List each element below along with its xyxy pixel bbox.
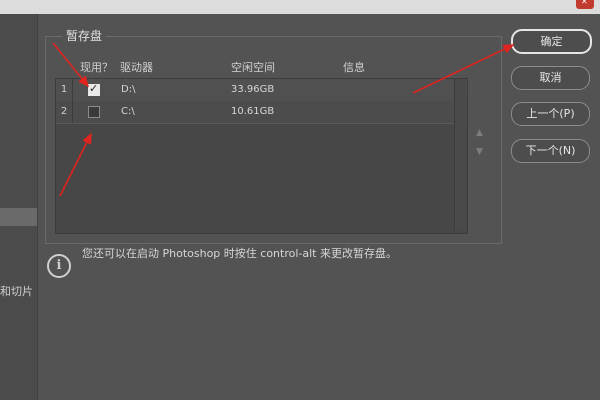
table-row[interactable]: 2 C:\ 10.61GB: [56, 101, 467, 124]
scratch-disks-table: 1 D:\ 33.96GB 2 C:\ 10.61GB: [55, 78, 468, 234]
prev-button[interactable]: 上一个(P): [511, 102, 590, 126]
column-header-active: 现用？: [80, 61, 113, 74]
column-header-info: 信息: [343, 61, 365, 74]
row-index: 1: [56, 79, 73, 101]
free-space-cell: 33.96GB: [231, 84, 275, 95]
column-header-drive: 驱动器: [120, 61, 153, 74]
table-scrollbar[interactable]: [454, 79, 466, 231]
selected-category[interactable]: [0, 208, 37, 226]
info-message: 您还可以在启动 Photoshop 时按住 control-alt 来更改暂存盘…: [82, 247, 397, 260]
column-header-free-space: 空闲空间: [231, 61, 275, 74]
scratch-disks-title: 暂存盘: [62, 27, 107, 44]
table-row[interactable]: 1 D:\ 33.96GB: [56, 79, 467, 101]
cancel-button[interactable]: 取消: [511, 66, 590, 90]
window-titlebar: [0, 0, 600, 14]
move-down-icon[interactable]: ▼: [476, 147, 483, 157]
row-index: 2: [56, 101, 73, 123]
move-up-icon[interactable]: ▲: [476, 128, 483, 138]
next-button[interactable]: 下一个(N): [511, 139, 590, 163]
drive-cell: C:\: [121, 106, 135, 117]
active-checkbox[interactable]: [88, 82, 100, 96]
preferences-category-list: [0, 14, 38, 400]
active-checkbox[interactable]: [88, 106, 100, 118]
free-space-cell: 10.61GB: [231, 106, 275, 117]
close-icon[interactable]: [576, 0, 594, 9]
ok-button[interactable]: 确定: [511, 29, 592, 54]
info-icon: i: [47, 254, 71, 278]
category-label-slices[interactable]: 和切片: [0, 283, 33, 299]
drive-cell: D:\: [121, 84, 136, 95]
